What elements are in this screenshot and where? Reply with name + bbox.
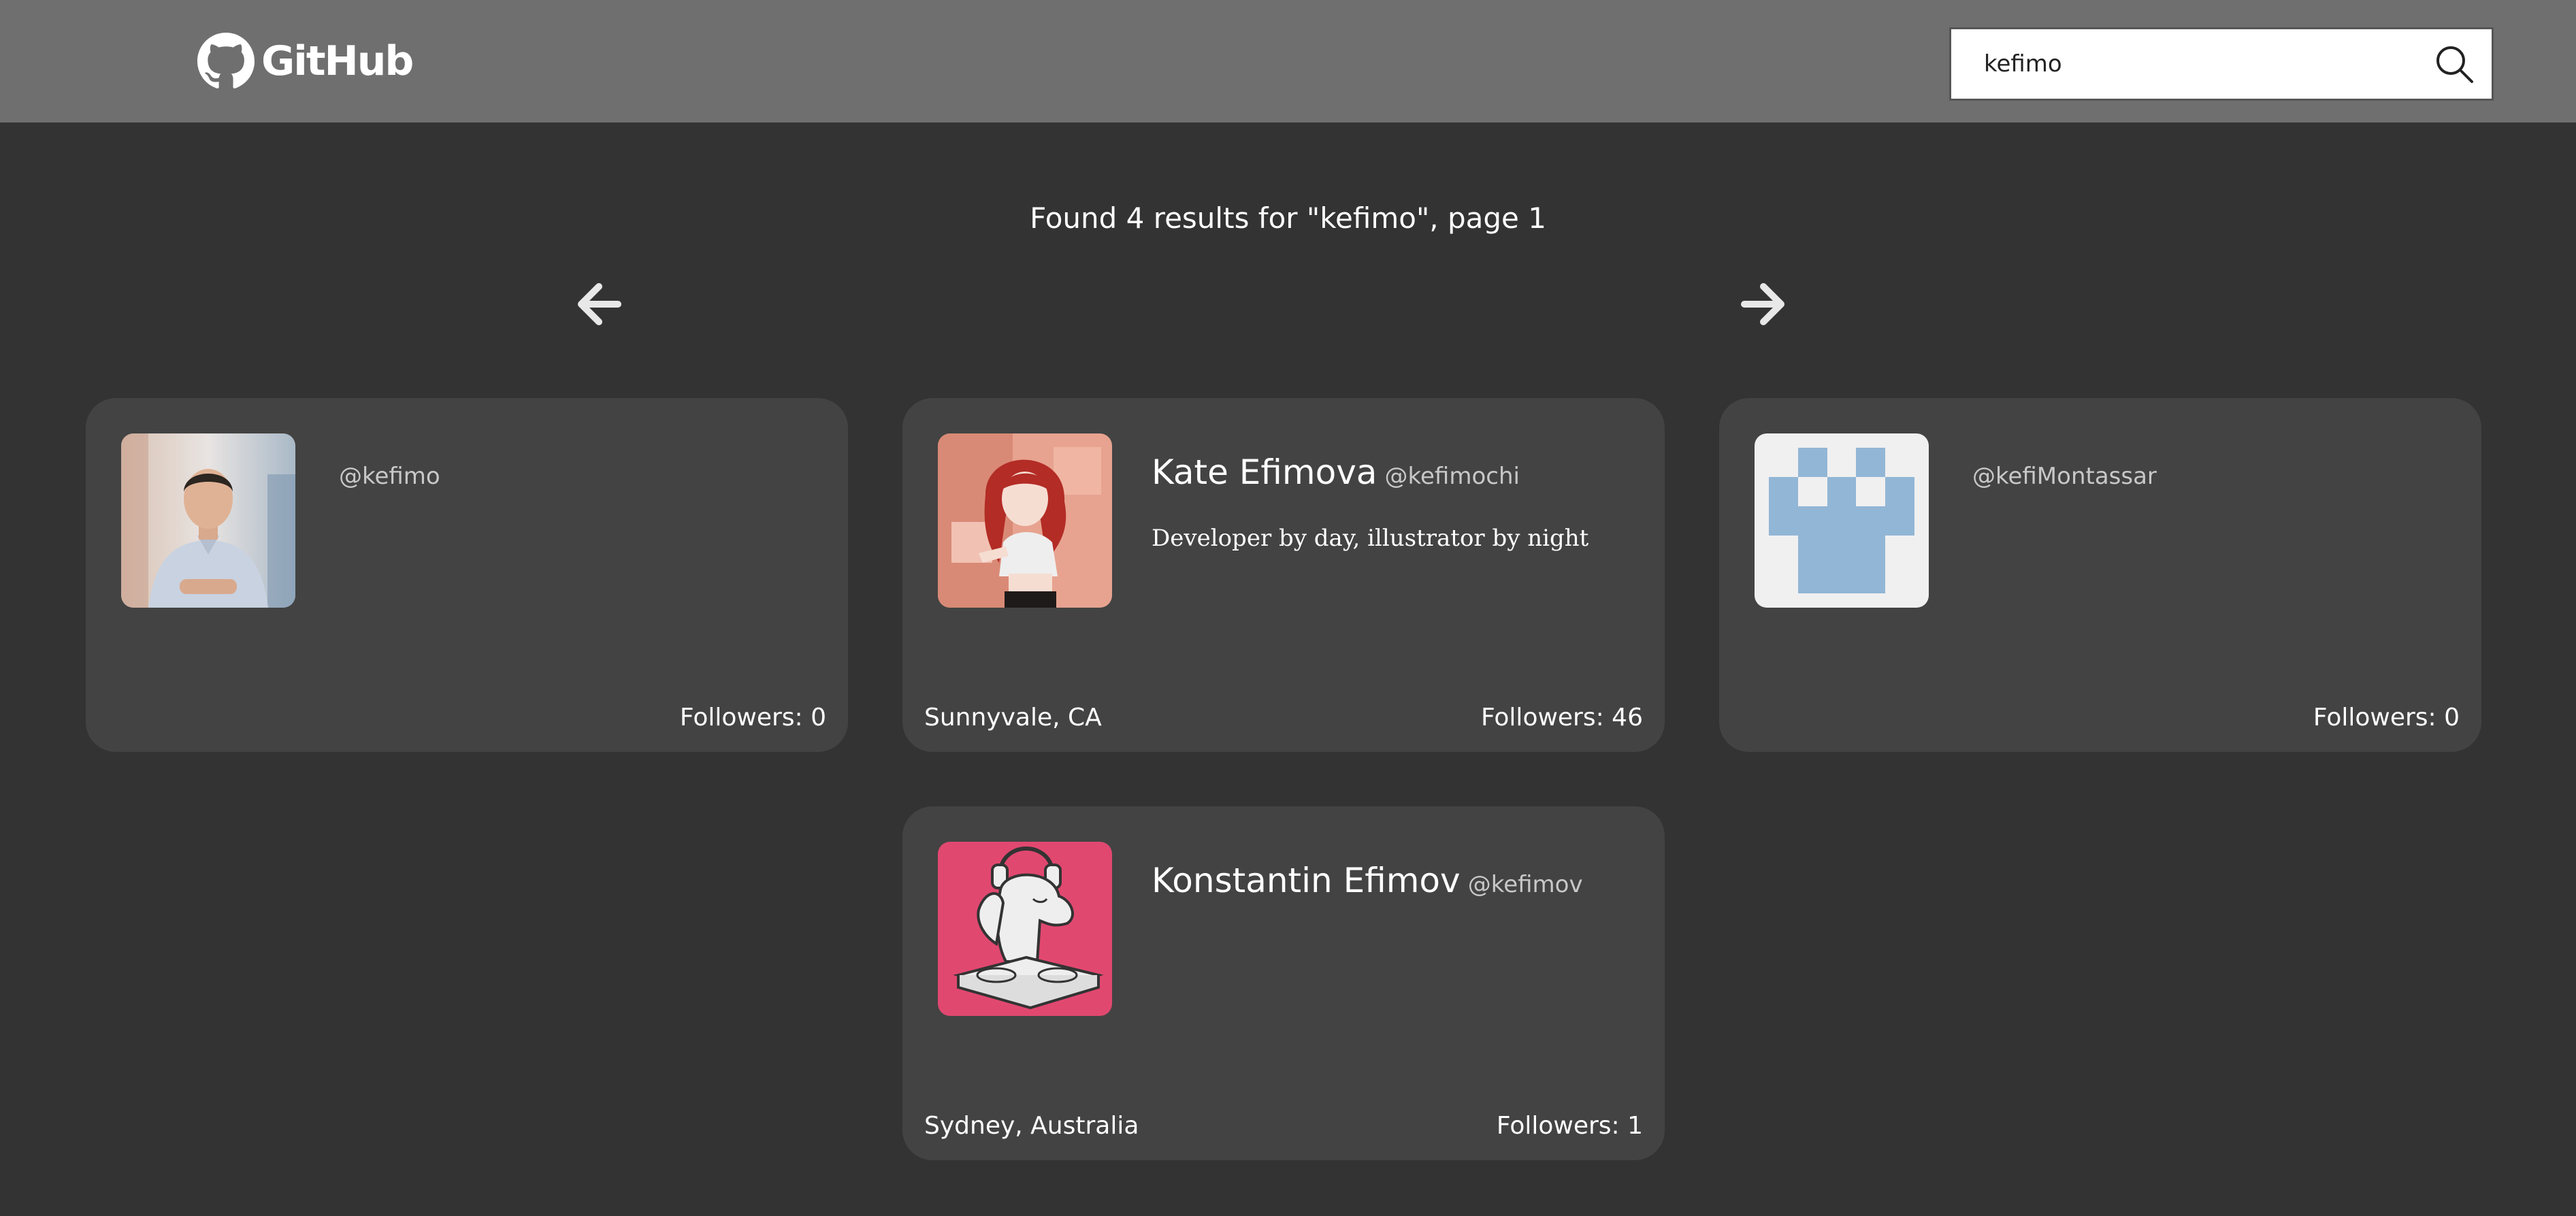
results-summary: Found 4 results for "kefimo", page 1 <box>1030 201 1546 235</box>
search-input[interactable] <box>1951 29 2417 99</box>
search-icon <box>2436 46 2473 83</box>
user-followers: Followers: 46 <box>1480 704 1643 732</box>
user-handle[interactable]: @kefimo <box>339 463 440 490</box>
previous-page-button[interactable] <box>571 276 628 333</box>
user-location: Sydney, Australia <box>924 1112 1139 1140</box>
user-handle[interactable]: @kefimochi <box>1385 463 1520 490</box>
user-bio: Developer by day, illustrator by night <box>1152 525 1589 552</box>
search-box <box>1949 27 2494 101</box>
user-followers: Followers: 0 <box>679 704 826 732</box>
user-card[interactable]: @kefimo Followers: 0 <box>86 398 848 752</box>
card-heading: Kate Efimova @kefimochi <box>1152 453 1637 492</box>
illustration-avatar <box>938 433 1112 608</box>
user-full-name: Konstantin Efimov <box>1152 861 1461 900</box>
arrow-left-icon <box>578 283 621 325</box>
user-handle[interactable]: @kefimov <box>1468 871 1583 898</box>
arrow-right-icon <box>1741 283 1784 325</box>
brand-logo[interactable]: GitHub <box>197 33 414 90</box>
card-heading: @kefimo <box>335 453 821 492</box>
user-full-name: Kate Efimova <box>1152 453 1377 492</box>
github-octocat-icon <box>197 33 255 88</box>
user-location: Sunnyvale, CA <box>924 704 1102 732</box>
identicon-avatar <box>1755 433 1929 608</box>
user-card[interactable]: Konstantin Efimov @kefimov Sydney, Austr… <box>902 806 1665 1160</box>
user-card[interactable]: @kefiMontassar Followers: 0 <box>1719 398 2481 752</box>
user-followers: Followers: 1 <box>1496 1112 1643 1140</box>
user-followers: Followers: 0 <box>2313 704 2460 732</box>
user-card[interactable]: Kate Efimova @kefimochi Developer by day… <box>902 398 1665 752</box>
user-handle[interactable]: @kefiMontassar <box>1972 463 2157 490</box>
brand-name: GitHub <box>261 37 414 85</box>
photo-avatar <box>121 433 295 608</box>
card-heading: @kefiMontassar <box>1968 453 2454 492</box>
search-button[interactable] <box>2417 29 2492 99</box>
card-heading: Konstantin Efimov @kefimov <box>1152 861 1637 900</box>
top-bar: GitHub <box>0 0 2576 122</box>
dj-dog-avatar <box>938 842 1112 1016</box>
next-page-button[interactable] <box>1734 276 1791 333</box>
